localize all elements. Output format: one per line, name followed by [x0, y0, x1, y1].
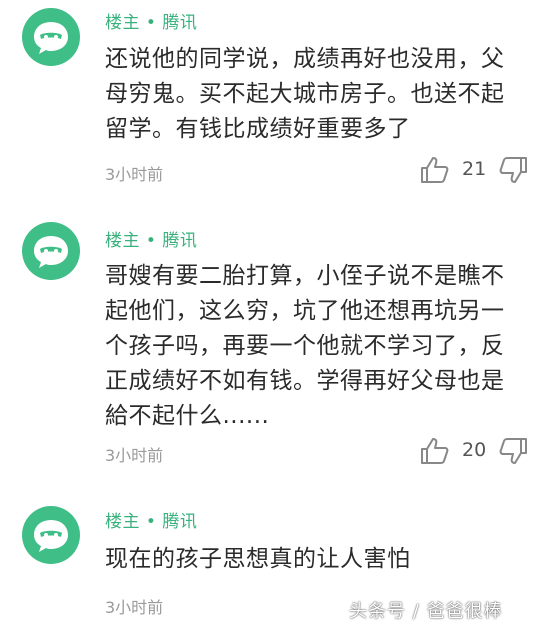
comment-text-line: 母穷鬼。买不起大城市房子。也送不起	[105, 81, 505, 107]
comment-item: 楼主 • 腾讯 还说他的同学说，成绩再好也没用，父 母穷鬼。买不起大城市房子。也…	[0, 0, 550, 200]
thumbs-up-icon[interactable]	[418, 155, 452, 185]
comment-timestamp: 3小时前	[105, 165, 164, 184]
comment-author[interactable]: 楼主 • 腾讯	[105, 8, 197, 33]
thumbs-down-icon[interactable]	[496, 155, 530, 185]
comment-text: 还说他的同学说，成绩再好也没用，父 母穷鬼。买不起大城市房子。也送不起 留学。有…	[105, 42, 525, 147]
comment-item: 楼主 • 腾讯 哥嫂有要二胎打算，小侄子说不是瞧不 起他们，这么穷，坑了他还想再…	[0, 200, 550, 490]
comment-text-line: 起他们，这么穷，坑了他还想再坑另一	[105, 298, 505, 324]
comment-text-line: 正成绩好不如有钱。学得再好父母也是	[105, 368, 505, 394]
like-count: 21	[462, 158, 487, 180]
thumbs-up-icon[interactable]	[418, 436, 452, 466]
avatar-icon[interactable]	[22, 222, 80, 280]
like-count: 20	[462, 439, 487, 461]
avatar-icon[interactable]	[22, 8, 80, 66]
comment-text-line: 留学。有钱比成绩好重要多了	[105, 116, 411, 142]
comment-text-line: 个孩子吗，再要一个他就不学习了，反	[105, 333, 505, 359]
comment-timestamp: 3小时前	[105, 446, 164, 465]
comment-author[interactable]: 楼主 • 腾讯	[105, 507, 197, 532]
comment-author[interactable]: 楼主 • 腾讯	[105, 226, 197, 251]
comment-text: 哥嫂有要二胎打算，小侄子说不是瞧不 起他们，这么穷，坑了他还想再坑另一 个孩子吗…	[105, 259, 525, 434]
watermark: 头条号 / 爸爸很棒	[349, 601, 503, 622]
comment-text-line: 哥嫂有要二胎打算，小侄子说不是瞧不	[105, 263, 505, 289]
comment-text-line: 还说他的同学说，成绩再好也没用，父	[105, 46, 505, 72]
comment-text-line: 现在的孩子思想真的让人害怕	[105, 546, 411, 572]
avatar-icon[interactable]	[22, 506, 80, 564]
thumbs-down-icon[interactable]	[496, 436, 530, 466]
comment-text: 现在的孩子思想真的让人害怕	[105, 542, 525, 577]
comment-timestamp: 3小时前	[105, 598, 164, 617]
comment-text-line: 給不起什么......	[105, 403, 270, 429]
